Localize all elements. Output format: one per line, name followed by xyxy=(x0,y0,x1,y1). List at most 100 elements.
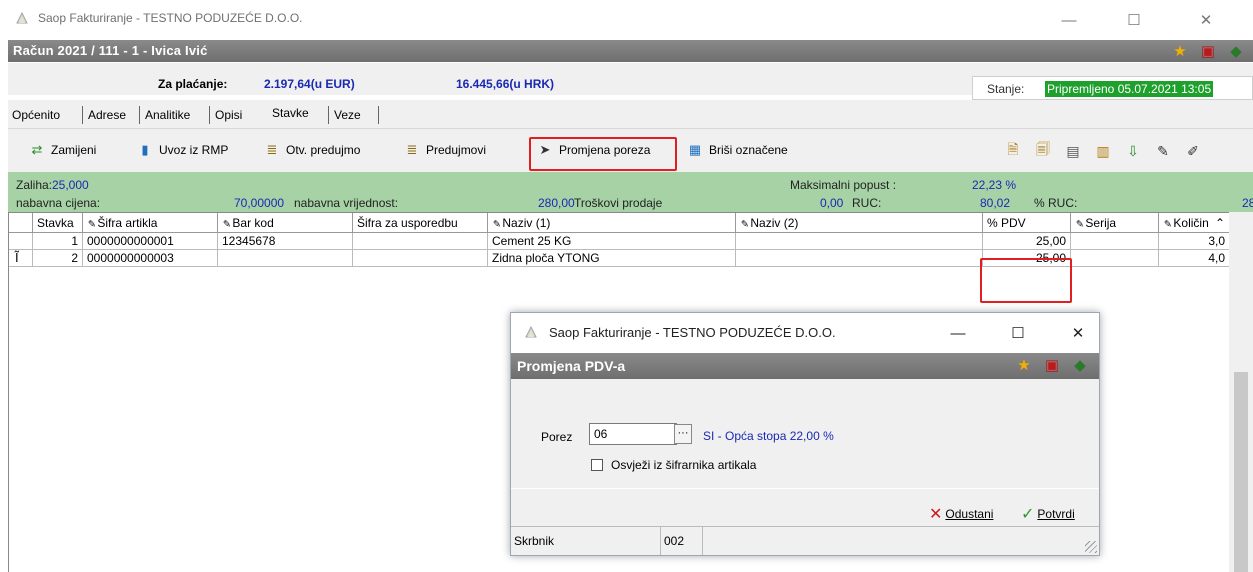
cell-kolicina[interactable]: 4,0 xyxy=(1159,250,1230,267)
header-serija[interactable]: ✏Serija xyxy=(1071,213,1159,233)
pdf-icon[interactable]: ▣ xyxy=(1043,356,1061,374)
header-naziv1-label: Naziv (1) xyxy=(502,216,551,230)
troskovi-label: Troškovi prodaje xyxy=(574,196,663,210)
brisi-label: Briši označene xyxy=(709,143,788,157)
cell-kolicina[interactable]: 3,0 xyxy=(1159,233,1230,250)
tab-opcenito[interactable]: Općenito xyxy=(12,108,60,122)
cell-pdv[interactable]: 25,00 xyxy=(983,233,1071,250)
uvoz-rmp-button[interactable]: ▮ Uvoz iz RMP xyxy=(136,141,228,159)
potvrdi-button[interactable]: ✓ Potvrdi xyxy=(1021,504,1075,524)
header-kolicina[interactable]: ✏Količin ⌃ xyxy=(1159,213,1230,233)
header-naziv-1[interactable]: ✏Naziv (1) xyxy=(488,213,736,233)
header-serija-label: Serija xyxy=(1085,216,1117,230)
cell-naziv2[interactable] xyxy=(736,250,983,267)
import-icon: ▮ xyxy=(141,142,149,157)
uvoz-label: Uvoz iz RMP xyxy=(159,143,229,157)
header-pdv[interactable]: % PDV xyxy=(983,213,1071,233)
cell-barkod[interactable]: 12345678 xyxy=(218,233,353,250)
porez-lookup-button[interactable]: ··· xyxy=(674,424,692,444)
zamijeni-button[interactable]: ⇄ Zamijeni xyxy=(28,141,97,159)
tab-analitike[interactable]: Analitike xyxy=(145,108,190,122)
pruc-value: 28 xyxy=(1242,196,1253,210)
cell-naziv1[interactable]: Zidna ploča YTONG xyxy=(488,250,736,267)
cell-serija[interactable] xyxy=(1071,250,1159,267)
pencil-icon: ✏ xyxy=(1072,217,1087,232)
pay-amount-hrk: 16.445,66(u HRK) xyxy=(456,77,555,91)
edit-icon[interactable]: ✎ xyxy=(1153,141,1173,161)
cell-serija[interactable] xyxy=(1071,233,1159,250)
cell-naziv2[interactable] xyxy=(736,233,983,250)
cell-sifra[interactable]: 0000000000003 xyxy=(83,250,218,267)
document-icon[interactable]: 🗎 xyxy=(1003,141,1023,161)
edit-all-icon[interactable]: ✐ xyxy=(1183,141,1203,161)
row-cursor-icon[interactable]: Ĩ xyxy=(9,250,33,267)
osvjezi-label[interactable]: Osvježi iz šifrarnika artikala xyxy=(611,458,756,472)
cancel-x-icon: ✕ xyxy=(929,506,943,523)
nab-vrijednost-value: 280,00 xyxy=(538,196,575,210)
doc-calc-icon[interactable]: ▤ xyxy=(1063,141,1083,161)
pencil-icon: ✏ xyxy=(489,217,504,232)
documents-icon[interactable]: 🗐 xyxy=(1033,141,1053,161)
resize-grip-icon[interactable] xyxy=(1085,541,1097,553)
export-icon[interactable]: ⇩ xyxy=(1123,141,1143,161)
sort-up-icon: ⌃ xyxy=(1214,216,1225,230)
confirm-check-icon: ✓ xyxy=(1021,506,1035,523)
maximize-button[interactable]: ☐ xyxy=(1111,6,1157,34)
minimize-button[interactable]: — xyxy=(1046,6,1092,34)
doc-table-icon[interactable]: ▥ xyxy=(1093,141,1113,161)
dialog-minimize-button[interactable]: — xyxy=(943,321,973,345)
swap-icon: ⇄ xyxy=(31,142,43,157)
scrollbar-thumb[interactable] xyxy=(1234,372,1248,572)
tab-stavke[interactable]: Stavke xyxy=(272,106,309,120)
odustani-button[interactable]: ✕ Odustani xyxy=(929,504,993,524)
cell-usporedba[interactable] xyxy=(353,233,488,250)
pencil-icon: ✏ xyxy=(219,217,234,232)
header-bar-kod[interactable]: ✏Bar kod xyxy=(218,213,353,233)
window-titlebar: Saop Fakturiranje - TESTNO PODUZEĆE D.O.… xyxy=(0,0,1253,40)
otv-predujmo-button[interactable]: ≣ Otv. predujmo xyxy=(263,141,361,159)
cell-stavka[interactable]: 1 xyxy=(33,233,83,250)
porez-input[interactable]: 06 xyxy=(589,423,677,445)
header-sifra-artikla[interactable]: ✏Šifra artikla xyxy=(83,213,218,233)
pdf-icon[interactable]: ▣ xyxy=(1199,42,1217,60)
ruc-label: RUC: xyxy=(852,196,882,210)
cell-stavka[interactable]: 2 xyxy=(33,250,83,267)
dialog-maximize-button[interactable]: ☐ xyxy=(1003,321,1033,345)
promjena-pdv-dialog: Saop Fakturiranje - TESTNO PODUZEĆE D.O.… xyxy=(510,312,1100,556)
odustani-label: Odustani xyxy=(945,507,994,521)
cell-barkod[interactable] xyxy=(218,250,353,267)
header-sifra-usporedbu[interactable]: Šifra za usporedbu xyxy=(353,213,488,233)
list-edit-icon: ≣ xyxy=(406,142,418,157)
close-button[interactable]: ✕ xyxy=(1183,6,1229,34)
tab-adrese[interactable]: Adrese xyxy=(88,108,126,122)
porez-description: SI - Opća stopa 22,00 % xyxy=(703,429,834,443)
brisi-oznacene-button[interactable]: ▦ Briši označene xyxy=(686,141,788,159)
dialog-status-bar: Skrbnik 002 xyxy=(511,526,1099,555)
window-title: Saop Fakturiranje - TESTNO PODUZEĆE D.O.… xyxy=(38,11,303,25)
grid-scrollbar[interactable] xyxy=(1229,212,1253,572)
tab-opisi[interactable]: Opisi xyxy=(215,108,242,122)
tab-veze[interactable]: Veze xyxy=(334,108,361,122)
dialog-title: Saop Fakturiranje - TESTNO PODUZEĆE D.O.… xyxy=(549,325,836,340)
dialog-header-title: Promjena PDV-a xyxy=(517,358,626,374)
nab-cijena-value: 70,00000 xyxy=(234,196,285,210)
favorite-star-icon[interactable]: ★ xyxy=(1015,356,1033,374)
cell-naziv1[interactable]: Cement 25 KG xyxy=(488,233,736,250)
header-sifra-label: Šifra artikla xyxy=(97,216,158,230)
favorite-star-icon[interactable]: ★ xyxy=(1171,42,1189,60)
troskovi-value: 0,00 xyxy=(820,196,844,210)
dialog-close-button[interactable]: ✕ xyxy=(1063,321,1093,345)
help-book-icon[interactable]: ◆ xyxy=(1227,42,1245,60)
row-indicator[interactable] xyxy=(9,233,33,250)
predujmovi-label: Predujmovi xyxy=(426,143,487,157)
predujmovi-button[interactable]: ≣ Predujmovi xyxy=(403,141,486,159)
cell-usporedba[interactable] xyxy=(353,250,488,267)
help-book-icon[interactable]: ◆ xyxy=(1071,356,1089,374)
header-naziv-2[interactable]: ✏Naziv (2) xyxy=(736,213,983,233)
item-info-panel: Zaliha: 25,000 Maksimalni popust : 22,23… xyxy=(8,172,1253,212)
cell-sifra[interactable]: 0000000000001 xyxy=(83,233,218,250)
list-edit-icon: ≣ xyxy=(266,142,278,157)
pencil-icon: ✏ xyxy=(84,217,99,232)
header-stavka[interactable]: Stavka xyxy=(33,213,83,233)
osvjezi-checkbox[interactable] xyxy=(591,459,603,471)
